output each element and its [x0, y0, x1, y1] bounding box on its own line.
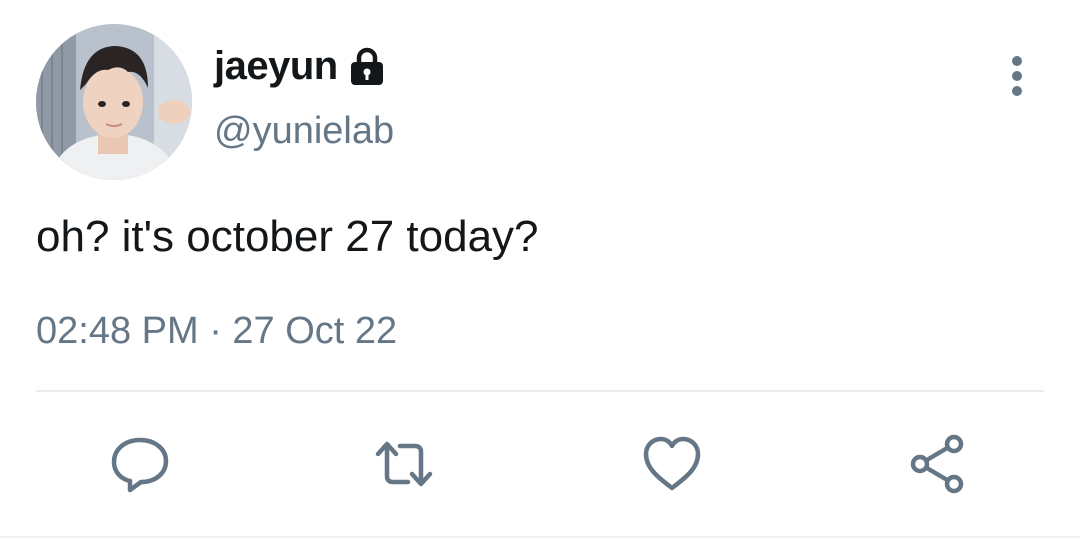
like-button[interactable]: [640, 432, 704, 496]
vertical-ellipsis-icon[interactable]: [1000, 54, 1034, 98]
lock-icon: [348, 46, 386, 86]
user-handle[interactable]: @yunielab: [214, 110, 394, 153]
avatar-image: [36, 24, 192, 180]
divider: [36, 390, 1044, 392]
reply-button[interactable]: [108, 432, 172, 496]
display-name[interactable]: jaeyun: [214, 44, 338, 89]
share-button[interactable]: [906, 432, 970, 496]
retweet-icon: [375, 441, 433, 487]
speech-bubble-icon: [111, 437, 169, 493]
heart-icon: [643, 436, 701, 491]
retweet-button[interactable]: [372, 432, 436, 496]
share-icon: [910, 434, 964, 494]
tweet-timestamp[interactable]: 02:48 PM · 27 Oct 22: [36, 310, 397, 353]
bottom-border: [0, 536, 1080, 538]
avatar[interactable]: [36, 24, 192, 180]
display-name-row: jaeyun: [214, 40, 386, 92]
tweet-text: oh? it's october 27 today?: [36, 212, 539, 261]
tweet-card: jaeyun @yunielab oh? it's october 27 tod…: [0, 0, 1080, 555]
